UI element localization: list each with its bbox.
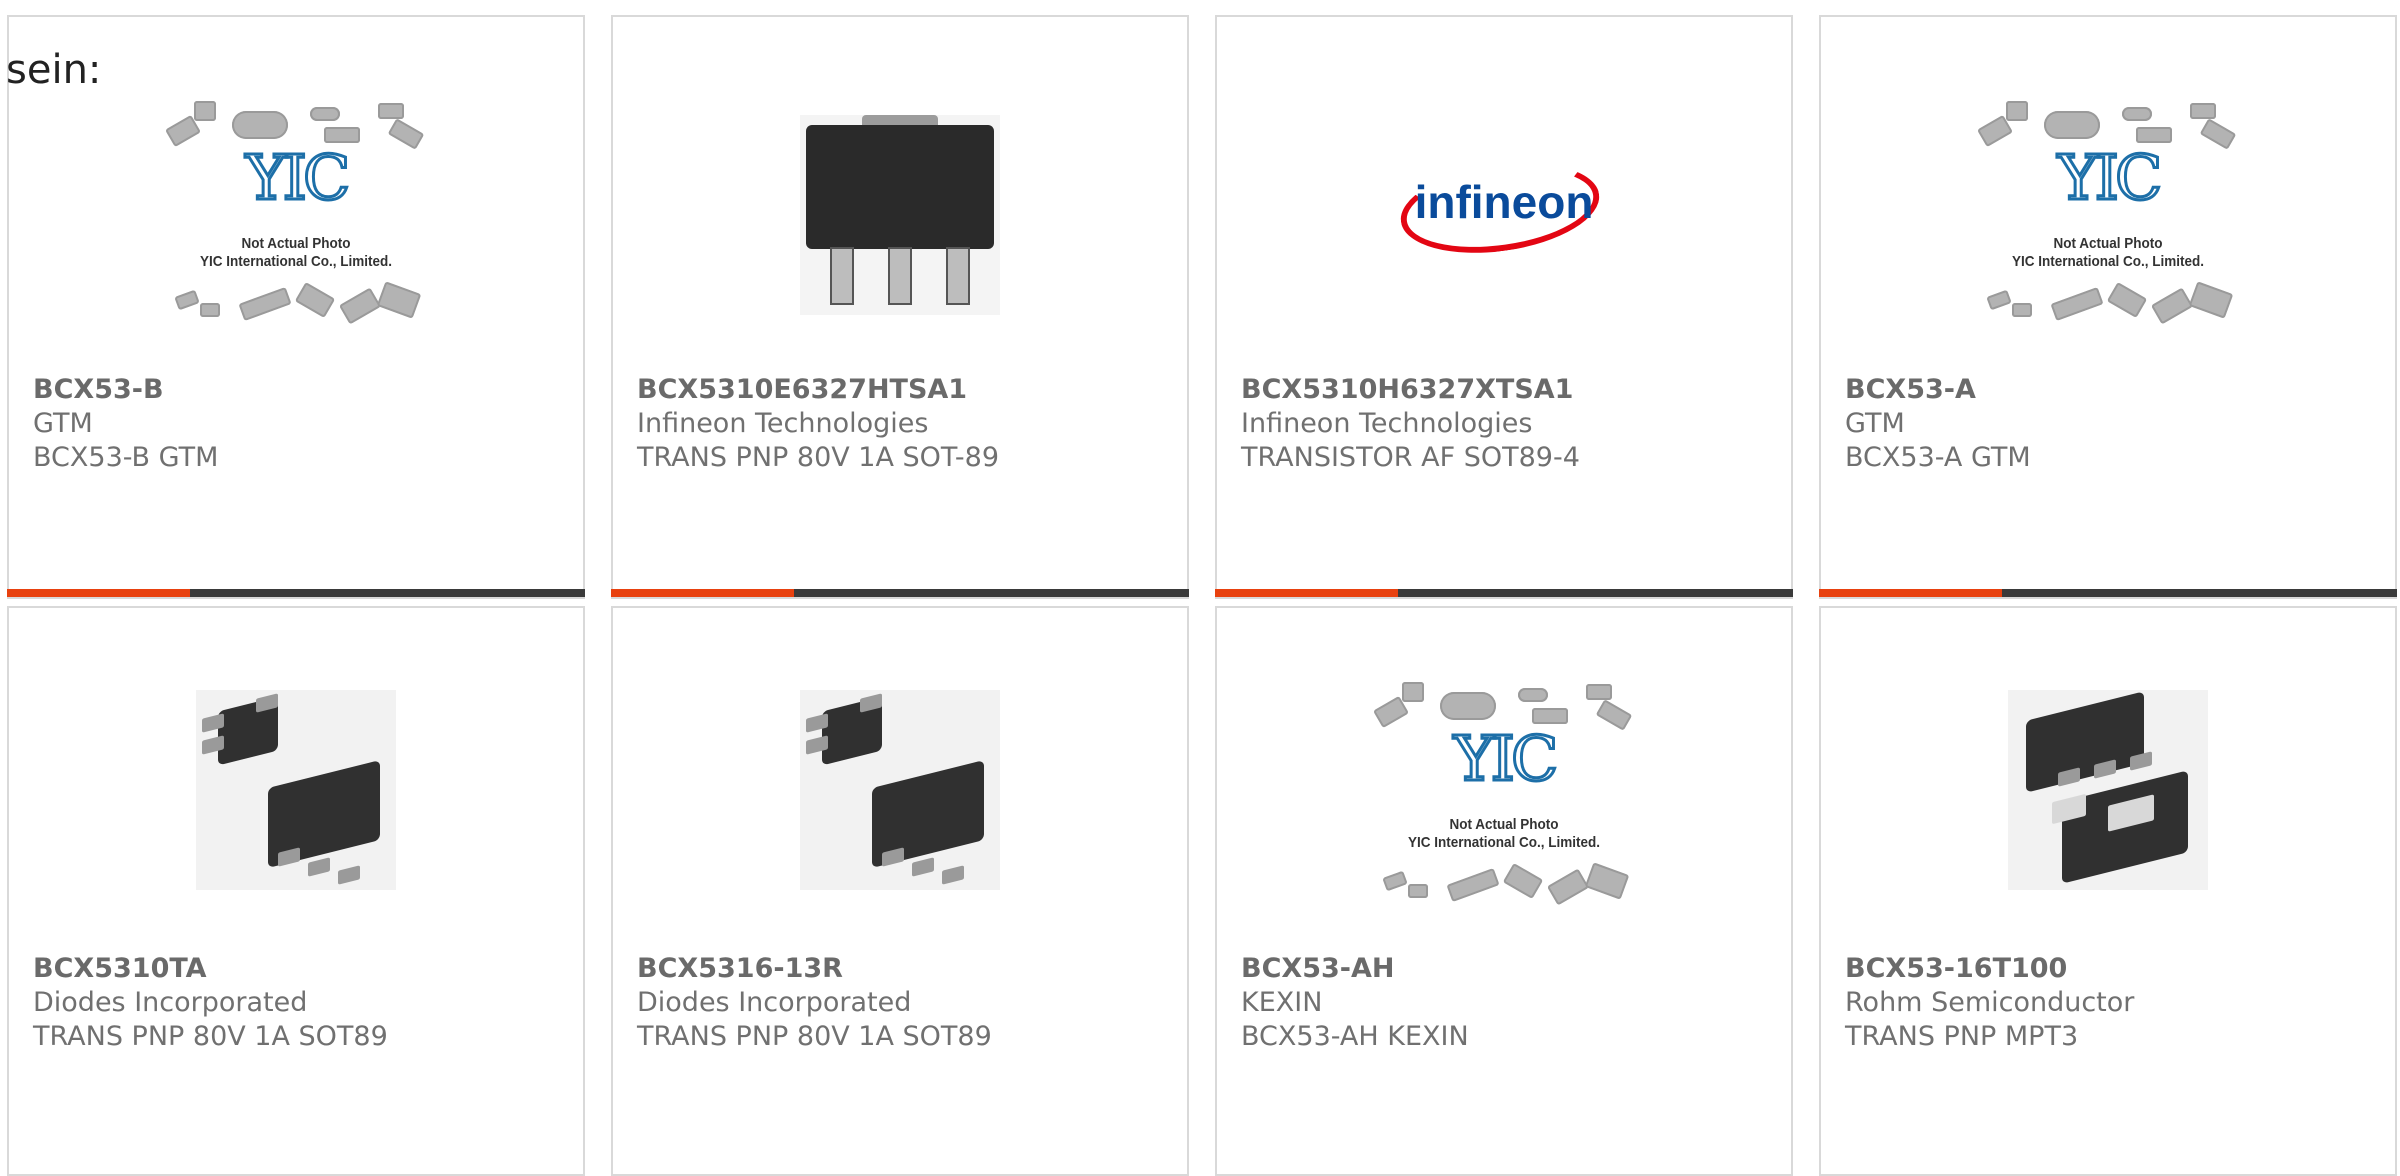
manufacturer: Diodes Incorporated bbox=[33, 987, 308, 1018]
placeholder-company: YIC International Co., Limited. bbox=[1407, 834, 1601, 851]
manufacturer: KEXIN bbox=[1241, 987, 1323, 1018]
manufacturer: Rohm Semiconductor bbox=[1845, 987, 2135, 1018]
description: BCX53-AH KEXIN bbox=[1241, 1021, 1469, 1052]
sot89-diagonal-image bbox=[800, 690, 1000, 890]
card-bar bbox=[1215, 589, 1793, 597]
part-number-link[interactable]: BCX5310E6327HTSA1 bbox=[637, 373, 1177, 407]
product-image[interactable] bbox=[613, 690, 1187, 956]
mpt3-package-image bbox=[2008, 690, 2208, 890]
placeholder-company: YIC International Co., Limited. bbox=[199, 253, 393, 270]
card-bar bbox=[611, 589, 1189, 597]
manufacturer: Infineon Technologies bbox=[1241, 408, 1533, 439]
product-card[interactable]: BCX5310TA Diodes Incorporated TRANS PNP … bbox=[7, 606, 585, 1176]
manufacturer: Infineon Technologies bbox=[637, 408, 929, 439]
product-image[interactable] bbox=[613, 99, 1187, 365]
description: TRANS PNP 80V 1A SOT-89 bbox=[637, 442, 1000, 473]
description: TRANSISTOR AF SOT89-4 bbox=[1241, 442, 1580, 473]
placeholder-company: YIC International Co., Limited. bbox=[2011, 253, 2205, 270]
product-image[interactable]: YIC Not Actual Photo YIC International C… bbox=[1821, 99, 2395, 365]
product-image[interactable] bbox=[9, 690, 583, 956]
product-image[interactable]: YIC Not Actual Photo YIC International C… bbox=[1217, 682, 1791, 956]
yic-logo: YIC bbox=[244, 141, 352, 214]
part-number-link[interactable]: BCX5310H6327XTSA1 bbox=[1241, 373, 1781, 407]
product-image[interactable] bbox=[1821, 690, 2395, 956]
manufacturer: GTM bbox=[1845, 408, 1905, 439]
part-number-link[interactable]: BCX53-A bbox=[1845, 373, 2385, 407]
sot89-package-image bbox=[800, 115, 1000, 315]
product-image[interactable]: infineon bbox=[1217, 99, 1791, 365]
product-card[interactable]: infineon BCX5310H6327XTSA1 Infineon Tech… bbox=[1215, 15, 1793, 599]
part-number-link[interactable]: BCX53-AH bbox=[1241, 952, 1781, 986]
yic-logo: YIC bbox=[1452, 722, 1560, 795]
yic-placeholder-image: YIC Not Actual Photo YIC International C… bbox=[164, 99, 428, 339]
placeholder-note: Not Actual Photo bbox=[1449, 816, 1559, 833]
yic-placeholder-image: YIC Not Actual Photo YIC International C… bbox=[1372, 680, 1636, 920]
product-card[interactable]: YIC Not Actual Photo YIC International C… bbox=[1215, 606, 1793, 1176]
product-card[interactable]: YIC Not Actual Photo YIC International C… bbox=[7, 15, 585, 599]
description: TRANS PNP MPT3 bbox=[1845, 1021, 2079, 1052]
card-bar bbox=[7, 589, 585, 597]
product-card[interactable]: BCX53-16T100 Rohm Semiconductor TRANS PN… bbox=[1819, 606, 2397, 1176]
manufacturer: GTM bbox=[33, 408, 93, 439]
placeholder-note: Not Actual Photo bbox=[241, 235, 351, 252]
manufacturer: Diodes Incorporated bbox=[637, 987, 912, 1018]
placeholder-note: Not Actual Photo bbox=[2053, 235, 2163, 252]
intro-text: sein: bbox=[6, 47, 102, 93]
product-image[interactable]: YIC Not Actual Photo YIC International C… bbox=[9, 99, 583, 365]
description: TRANS PNP 80V 1A SOT89 bbox=[33, 1021, 388, 1052]
sot89-diagonal-image bbox=[196, 690, 396, 890]
part-number-link[interactable]: BCX53-16T100 bbox=[1845, 952, 2385, 986]
description: TRANS PNP 80V 1A SOT89 bbox=[637, 1021, 992, 1052]
part-number-link[interactable]: BCX53-B bbox=[33, 373, 573, 407]
part-number-link[interactable]: BCX5316-13R bbox=[637, 952, 1177, 986]
infineon-logo: infineon bbox=[1394, 151, 1608, 265]
yic-logo: YIC bbox=[2056, 141, 2164, 214]
card-bar bbox=[1819, 589, 2397, 597]
part-number-link[interactable]: BCX5310TA bbox=[33, 952, 573, 986]
product-card[interactable]: YIC Not Actual Photo YIC International C… bbox=[1819, 15, 2397, 599]
yic-placeholder-image: YIC Not Actual Photo YIC International C… bbox=[1976, 99, 2240, 339]
product-card[interactable]: BCX5310E6327HTSA1 Infineon Technologies … bbox=[611, 15, 1189, 599]
description: BCX53-B GTM bbox=[33, 442, 219, 473]
product-card[interactable]: BCX5316-13R Diodes Incorporated TRANS PN… bbox=[611, 606, 1189, 1176]
description: BCX53-A GTM bbox=[1845, 442, 2031, 473]
